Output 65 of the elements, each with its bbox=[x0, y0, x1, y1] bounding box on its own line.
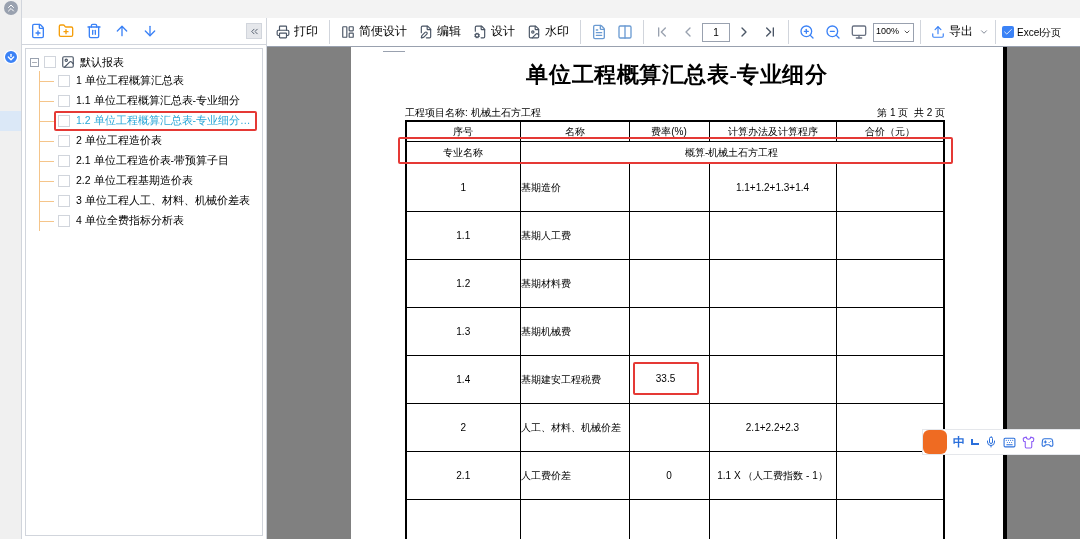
table-cell: 1.1 X （人工费指数 - 1） bbox=[717, 469, 828, 481]
ime-mode[interactable]: 中 bbox=[953, 433, 965, 451]
column-header: 费率(%) bbox=[629, 121, 709, 141]
toolbar-button[interactable]: 打印 bbox=[271, 20, 323, 44]
tree-item[interactable]: 2.2 单位工程基期造价表 bbox=[54, 171, 199, 191]
tree-item[interactable]: 3 单位工程人工、材料、机械价差表 bbox=[54, 191, 256, 211]
column-header: 序号 bbox=[406, 121, 520, 141]
report-folder-icon bbox=[61, 55, 75, 69]
toolbar-button[interactable]: 简便设计 bbox=[336, 20, 412, 44]
dropdown-caret-icon bbox=[903, 28, 911, 36]
table-cell: 人工费价差 bbox=[520, 451, 629, 499]
column-header: 计算办法及计算程序 bbox=[709, 121, 836, 141]
table-cell: 人工、材料、机械价差 bbox=[520, 403, 629, 451]
export-button[interactable]: 导出 bbox=[927, 20, 977, 44]
layout-icon bbox=[341, 25, 355, 39]
tree-toggle[interactable] bbox=[30, 57, 39, 67]
ime-logo-icon bbox=[923, 430, 947, 454]
table-cell: 1 bbox=[406, 163, 520, 211]
table-cell: 0 bbox=[666, 469, 672, 481]
collapse-up-icon[interactable] bbox=[3, 1, 18, 15]
zoom-select[interactable]: 100% bbox=[873, 22, 914, 42]
table-cell: 基期建安工程税费 bbox=[520, 355, 629, 403]
tree-checkbox[interactable] bbox=[44, 56, 56, 68]
table-cell: 1.1+1.2+1.3+1.4 bbox=[735, 181, 810, 193]
table-cell: 基期机械费 bbox=[520, 307, 629, 355]
table-cell: 1.2 bbox=[406, 259, 520, 307]
download-icon[interactable] bbox=[2, 49, 19, 65]
edit-icon bbox=[419, 25, 433, 39]
export-dropdown-icon[interactable] bbox=[979, 27, 989, 37]
punctuation-icon[interactable] bbox=[971, 439, 979, 445]
document-image-icon bbox=[527, 25, 541, 39]
toolbar-button[interactable]: 编辑 bbox=[414, 20, 466, 44]
highlighted-cell: 33.5 bbox=[632, 361, 699, 395]
tree-item[interactable]: 1 单位工程概算汇总表 bbox=[54, 71, 190, 91]
table-cell: 2.1+2.2+2.3 bbox=[745, 421, 800, 433]
table-cell: 1.3 bbox=[406, 307, 520, 355]
page-info: 第 1 页 共 2 页 bbox=[877, 106, 945, 120]
report-title: 单位工程概算汇总表-专业细分 bbox=[525, 61, 829, 89]
project-name: 工程项目名称: 机械土石方工程 bbox=[405, 106, 541, 120]
table-cell: 1.4 bbox=[406, 355, 520, 403]
tree-node-label[interactable]: 默认报表 bbox=[80, 53, 124, 71]
check-icon bbox=[1003, 27, 1013, 37]
table-cell: 2.1 bbox=[406, 451, 520, 499]
table-cell: 基期人工费 bbox=[520, 211, 629, 259]
printer-icon bbox=[276, 25, 290, 39]
table-cell: 1.1 bbox=[406, 211, 520, 259]
column-header: 名称 bbox=[520, 121, 629, 141]
microphone-icon[interactable] bbox=[985, 436, 997, 448]
table-cell: 2 bbox=[406, 403, 520, 451]
collapse-panel-button[interactable] bbox=[246, 23, 262, 39]
toolbar-button[interactable]: 设计 bbox=[468, 20, 520, 44]
shirt-icon[interactable] bbox=[1022, 435, 1035, 449]
tree-item[interactable]: 1.1 单位工程概算汇总表-专业细分 bbox=[54, 91, 246, 111]
tree-item[interactable]: 4 单位全费指标分析表 bbox=[54, 211, 190, 231]
tree-item[interactable]: 2 单位工程造价表 bbox=[54, 131, 168, 151]
tree-item[interactable]: 2.1 单位工程造价表-带预算子目 bbox=[54, 151, 235, 171]
keyboard-icon[interactable] bbox=[1003, 435, 1016, 449]
toolbar-button[interactable]: 水印 bbox=[522, 20, 574, 44]
document-gear-icon bbox=[473, 25, 487, 39]
page-number-field[interactable]: 1 bbox=[702, 22, 730, 42]
export-icon bbox=[931, 25, 945, 39]
gamepad-icon[interactable] bbox=[1041, 435, 1054, 449]
excel-split-checkbox[interactable]: Excel分页 bbox=[1002, 24, 1062, 40]
table-cell: 基期造价 bbox=[520, 163, 629, 211]
table-cell: 基期材料费 bbox=[520, 259, 629, 307]
